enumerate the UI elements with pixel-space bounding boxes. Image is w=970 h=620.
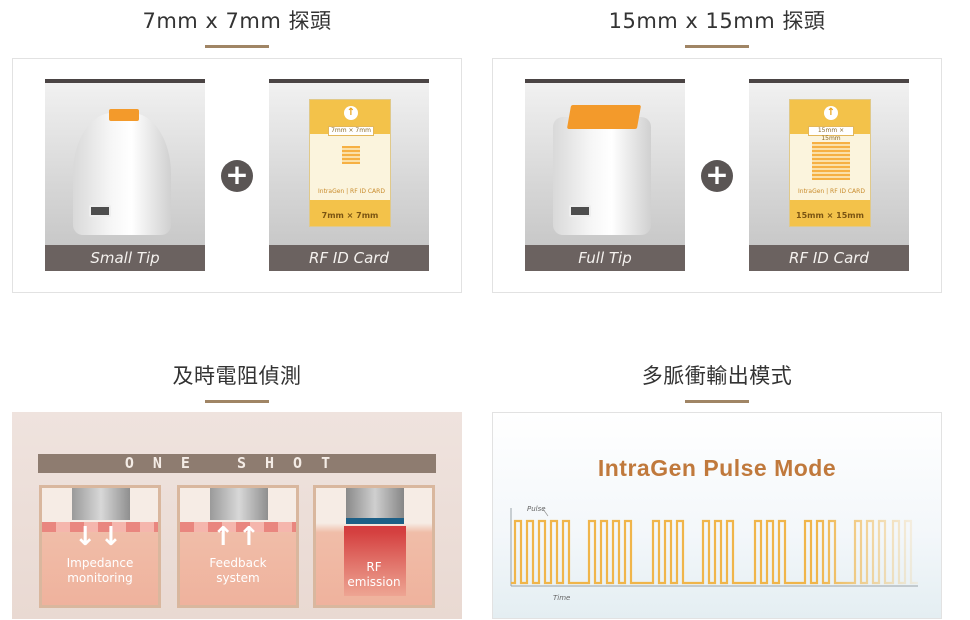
probe-tip xyxy=(346,518,404,524)
arrow-down-icon: ↓↓ xyxy=(74,522,126,552)
probe xyxy=(346,488,404,520)
tip-card-15mm: Full Tip + ↑ 15mm × 15mm IntraGen | RF I… xyxy=(492,58,942,293)
step-label-line: Feedback xyxy=(209,556,267,570)
section-title-pulse: 多脈衝輸出模式 xyxy=(641,364,793,388)
pulse-mode-panel: IntraGen Pulse Mode Pulse Time xyxy=(492,412,942,619)
card-brand: IntraGen | RF ID CARD xyxy=(798,188,865,195)
one-shot-panel: ONE SHOT ↓↓ Impedance monitoring ↑↑ Feed… xyxy=(12,412,462,619)
step-label-line: RF xyxy=(366,560,382,574)
tip-illustration xyxy=(73,113,171,235)
title-underline xyxy=(205,400,269,403)
tip-connector xyxy=(569,205,591,217)
arrow-up-icon: ↑ xyxy=(824,106,838,120)
plus-circle-icon: + xyxy=(221,160,253,192)
tile-caption: RF ID Card xyxy=(269,245,429,271)
probe xyxy=(210,488,268,520)
arrow-up-icon: ↑↑ xyxy=(212,522,264,552)
section-title-7mm: 7mm x 7mm 探頭 xyxy=(142,9,332,33)
tile-caption: Full Tip xyxy=(525,245,685,271)
step-label-line: emission xyxy=(347,575,401,589)
tip-head xyxy=(566,105,642,129)
rf-id-card-image: ↑ 7mm × 7mm IntraGen | RF ID CARD 7mm × … xyxy=(269,79,429,271)
plus-circle-icon: + xyxy=(701,160,733,192)
tip-connector xyxy=(89,205,111,217)
tile-caption: Small Tip xyxy=(45,245,205,271)
pulse-train xyxy=(511,519,918,585)
tip-grid xyxy=(342,146,360,164)
step-label: Feedback system xyxy=(180,556,296,586)
impedance-step: ↓↓ Impedance monitoring xyxy=(39,485,161,608)
title-underline xyxy=(685,400,749,403)
arrow-up-icon: ↑ xyxy=(344,106,358,120)
rf-emission-step: RF emission xyxy=(313,485,435,608)
section-title-15mm: 15mm x 15mm 探頭 xyxy=(608,9,826,33)
card-bottom-size: 7mm × 7mm xyxy=(321,211,379,220)
step-label: RF emission xyxy=(316,560,432,590)
small-tip-image: Small Tip xyxy=(45,79,205,271)
card-bottom-size: 15mm × 15mm xyxy=(796,211,864,220)
card-size-label: 15mm × 15mm xyxy=(808,126,854,142)
step-label: Impedance monitoring xyxy=(42,556,158,586)
tile-caption: RF ID Card xyxy=(749,245,909,271)
pulse-waveform xyxy=(510,508,918,587)
step-label-line: Impedance xyxy=(66,556,134,570)
card-brand: IntraGen | RF ID CARD xyxy=(318,188,385,195)
step-label-line: monitoring xyxy=(67,571,133,585)
rf-id-card: ↑ 7mm × 7mm IntraGen | RF ID CARD 7mm × … xyxy=(309,99,391,227)
title-underline xyxy=(205,45,269,48)
tip-grid xyxy=(812,142,850,180)
tip-card-7mm: Small Tip + ↑ 7mm × 7mm IntraGen | RF ID… xyxy=(12,58,462,293)
step-label-line: system xyxy=(216,571,260,585)
title-underline xyxy=(685,45,749,48)
tip-head xyxy=(109,109,139,121)
full-tip-image: Full Tip xyxy=(525,79,685,271)
rf-id-card: ↑ 15mm × 15mm IntraGen | RF ID CARD 15mm… xyxy=(789,99,871,227)
section-title-impedance: 及時電阻偵測 xyxy=(172,364,302,388)
tip-illustration xyxy=(553,117,651,235)
probe xyxy=(72,488,130,520)
feedback-step: ↑↑ Feedback system xyxy=(177,485,299,608)
pulse-pointer xyxy=(542,508,549,517)
rf-id-card-image: ↑ 15mm × 15mm IntraGen | RF ID CARD 15mm… xyxy=(749,79,909,271)
one-shot-header: ONE SHOT xyxy=(38,454,436,473)
card-size-label: 7mm × 7mm xyxy=(328,126,374,136)
